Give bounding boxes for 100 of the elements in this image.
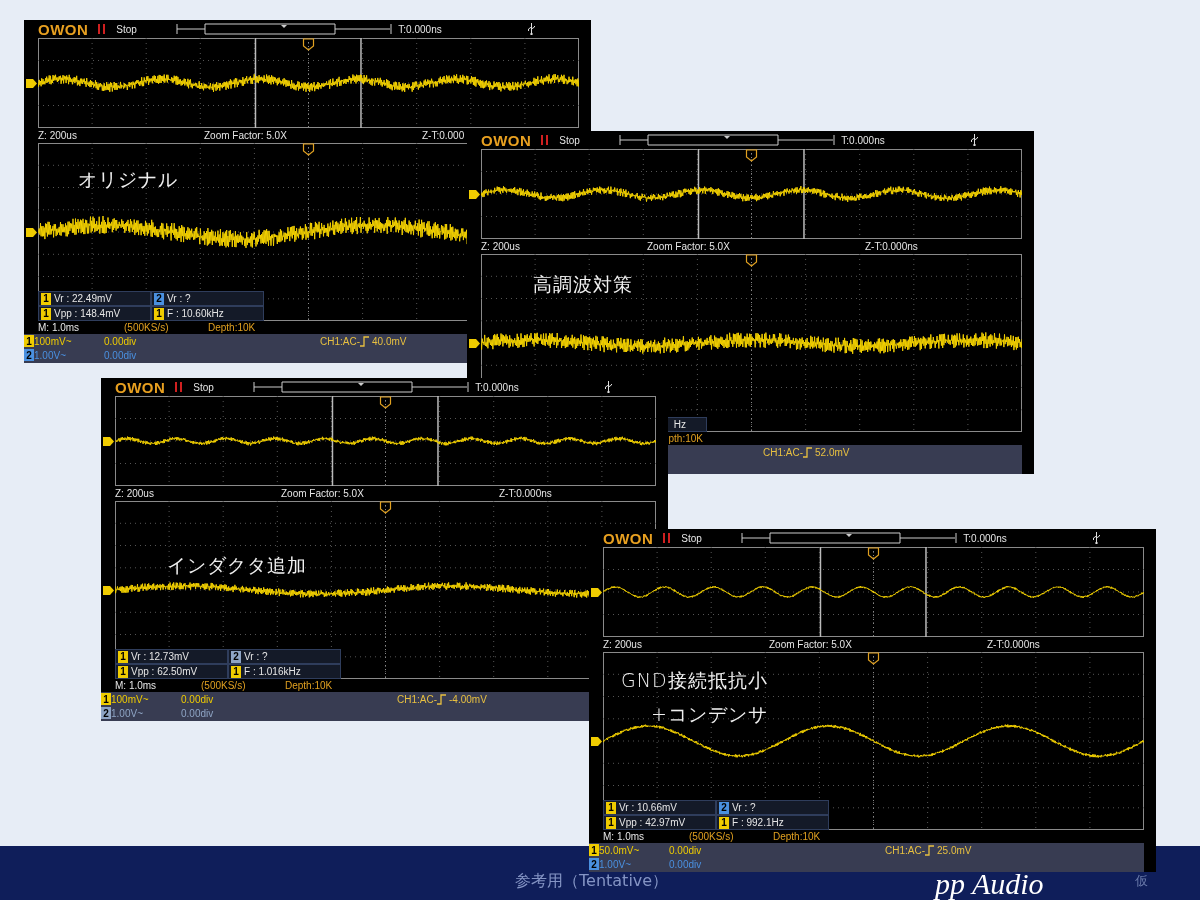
- channel-offset: 0.00div: [104, 349, 138, 361]
- channel-scale: 50.0mV~: [599, 844, 641, 856]
- measurement-reading: Vr : ?: [167, 293, 191, 304]
- pause-icon: [663, 533, 672, 543]
- channel-marker-icon: [26, 227, 37, 237]
- trigger-level: -4.00mV: [449, 693, 487, 705]
- zoom-timebase: Z: 200us: [603, 639, 643, 650]
- status-label: Stop: [681, 532, 703, 544]
- channel-marker-icon: [103, 585, 114, 595]
- channel-marker-icon: [591, 736, 602, 746]
- trigger-source: CH1:AC-: [397, 693, 437, 705]
- zoom-timebase: Z: 200us: [481, 241, 521, 252]
- channel-scale: 1.00V~: [599, 858, 632, 870]
- measurement-reading: F : 992.1Hz: [732, 817, 784, 828]
- zoom-factor: Zoom Factor: 5.0X: [647, 241, 731, 252]
- pause-icon: [98, 24, 107, 34]
- measurement-reading: Vr : 10.66mV: [619, 802, 677, 813]
- measurement-reading: Vr : 12.73mV: [131, 651, 189, 662]
- channel-badge: 2: [589, 858, 599, 870]
- channel-marker-icon: [591, 587, 602, 597]
- measurement-reading: Vr : ?: [244, 651, 268, 662]
- channel-badge: 2: [101, 707, 111, 719]
- channel-badge: 1: [41, 292, 51, 305]
- zoom-trigger-time: Z-T:0.000ns: [987, 639, 1040, 650]
- channel-marker-icon: [469, 338, 480, 348]
- channel-scale: 1.00V~: [34, 349, 67, 361]
- channel-badge: 2: [231, 650, 241, 663]
- channel-badge: 1: [101, 693, 111, 705]
- trigger-time: T:0.000ns: [475, 381, 520, 393]
- zoom-timebase: Z: 200us: [115, 488, 155, 499]
- brand-logo: pp Audio: [935, 870, 1045, 898]
- trigger-source: CH1:AC-: [885, 844, 925, 856]
- channel-offset: 0.00div: [181, 707, 215, 719]
- channel-marker-icon: [26, 78, 37, 88]
- channel-scale: 100mV~: [34, 335, 73, 347]
- channel-badge: 1: [41, 307, 51, 320]
- rising-edge-icon: [925, 844, 935, 856]
- trigger-level: 40.0mV: [372, 335, 407, 347]
- status-label: Stop: [116, 23, 138, 35]
- zoom-timebase: Z: 200us: [38, 130, 78, 141]
- footer-mark: 仮: [1135, 872, 1149, 890]
- brand-logo: OWON: [603, 529, 654, 547]
- trigger-level: 52.0mV: [815, 446, 850, 458]
- channel-badge: 1: [606, 801, 616, 814]
- sample-rate: (500KS/s): [124, 321, 170, 334]
- memory-depth: Depth:10K: [208, 321, 257, 334]
- measurement-reading: Vpp : 42.97mV: [619, 817, 686, 828]
- channel-badge: 1: [154, 307, 164, 320]
- pause-icon: [175, 382, 184, 392]
- measurement-reading: F : 10.60kHz: [167, 308, 224, 319]
- usb-icon: [528, 23, 536, 35]
- measurement-reading: Vpp : 148.4mV: [54, 308, 121, 319]
- usb-icon: [1093, 532, 1101, 544]
- channel-badge: 1: [231, 665, 241, 678]
- annotation-text: +コンデンサ: [651, 702, 768, 727]
- footer-caption: 参考用（Tentative）: [515, 871, 670, 892]
- zoom-factor: Zoom Factor: 5.0X: [204, 130, 288, 141]
- rising-edge-icon: [803, 446, 813, 458]
- channel-marker-icon: [469, 189, 480, 199]
- channel-offset: 0.00div: [669, 858, 703, 870]
- measurement-reading: Vr : ?: [732, 802, 756, 813]
- status-label: Stop: [559, 134, 581, 146]
- measurement-reading: Vpp : 62.50mV: [131, 666, 198, 677]
- channel-badge: 1: [24, 335, 34, 347]
- channel-badge: 2: [24, 349, 34, 361]
- channel-marker-icon: [103, 436, 114, 446]
- memory-depth: pth:10K: [667, 432, 703, 445]
- zoom-factor: Zoom Factor: 5.0X: [769, 639, 853, 650]
- usb-icon: [971, 134, 979, 146]
- memory-depth: Depth:10K: [285, 679, 334, 692]
- memory-depth: Depth:10K: [773, 830, 822, 843]
- brand-logo: OWON: [38, 20, 89, 38]
- channel-offset: 0.00div: [669, 844, 703, 856]
- timebase-label: M: 1.0ms: [603, 830, 646, 843]
- annotation-text: オリジナル: [78, 167, 178, 192]
- measurement-reading: Vr : 22.49mV: [54, 293, 112, 304]
- channel-badge: 2: [719, 801, 729, 814]
- zoom-factor: Zoom Factor: 5.0X: [281, 488, 365, 499]
- rising-edge-icon: [437, 693, 447, 705]
- trigger-level: 25.0mV: [937, 844, 972, 856]
- trigger-time: T:0.000ns: [841, 134, 886, 146]
- trigger-source: CH1:AC-: [320, 335, 360, 347]
- channel-badge: 1: [118, 665, 128, 678]
- annotation-text: 高調波対策: [533, 272, 633, 297]
- status-label: Stop: [193, 381, 215, 393]
- measurement-reading: Hz: [673, 419, 686, 430]
- channel-badge: 1: [606, 816, 616, 829]
- brand-logo: OWON: [481, 131, 532, 149]
- timebase-label: M: 1.0ms: [115, 679, 158, 692]
- zoom-trigger-time: Z-T:0.000ns: [499, 488, 552, 499]
- trigger-time: T:0.000ns: [963, 532, 1008, 544]
- channel-offset: 0.00div: [181, 693, 215, 705]
- channel-badge: 1: [589, 844, 599, 856]
- channel-scale: 1.00V~: [111, 707, 144, 719]
- channel-badge: 2: [154, 292, 164, 305]
- sample-rate: (500KS/s): [689, 830, 735, 843]
- timebase-label: M: 1.0ms: [38, 321, 81, 334]
- annotation-text: GND接続抵抗小: [621, 668, 768, 693]
- pause-icon: [541, 135, 550, 145]
- annotation-text: インダクタ追加: [167, 553, 307, 578]
